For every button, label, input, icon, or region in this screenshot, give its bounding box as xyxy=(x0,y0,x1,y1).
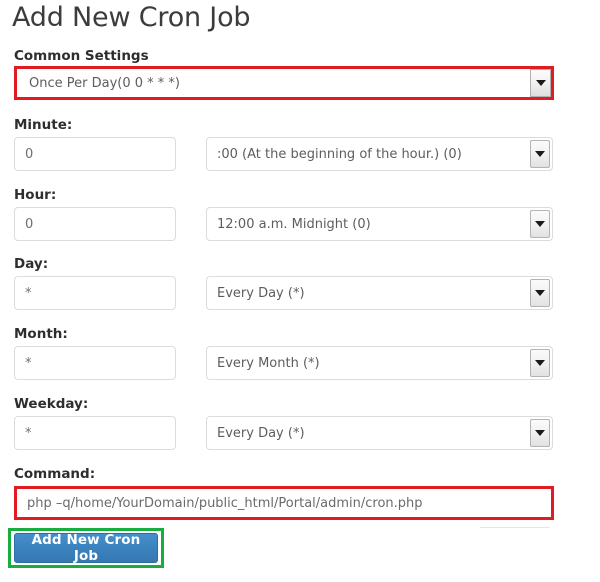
day-label: Day: xyxy=(14,256,49,272)
command-input[interactable] xyxy=(17,489,551,517)
day-input[interactable] xyxy=(14,276,176,310)
hour-label: Hour: xyxy=(14,187,57,203)
page-title: Add New Cron Job xyxy=(12,2,251,33)
weekday-select[interactable]: Every Day (*) xyxy=(206,416,553,450)
weekday-select-value: Every Day (*) xyxy=(217,426,305,441)
minute-input[interactable] xyxy=(14,137,176,171)
common-settings-select[interactable]: Once Per Day(0 0 * * *) xyxy=(17,69,551,97)
add-new-cron-job-button[interactable]: Add New Cron Job xyxy=(14,532,158,564)
month-select-value: Every Month (*) xyxy=(217,356,320,371)
month-select[interactable]: Every Month (*) xyxy=(206,346,553,380)
hour-input[interactable] xyxy=(14,207,176,241)
minute-select-value: :00 (At the beginning of the hour.) (0) xyxy=(217,147,462,162)
common-settings-selected-value: Once Per Day(0 0 * * *) xyxy=(29,76,180,91)
day-select-value: Every Day (*) xyxy=(217,286,305,301)
weekday-input[interactable] xyxy=(14,416,176,450)
add-cron-job-page: Add New Cron Job Common Settings Once Pe… xyxy=(0,0,600,582)
chevron-down-icon[interactable] xyxy=(530,419,550,447)
chevron-down-icon[interactable] xyxy=(530,210,550,238)
hour-select-value: 12:00 a.m. Midnight (0) xyxy=(217,217,371,232)
chevron-down-icon[interactable] xyxy=(530,140,550,168)
weekday-label: Weekday: xyxy=(14,396,89,412)
chevron-down-icon[interactable] xyxy=(530,349,550,377)
day-select[interactable]: Every Day (*) xyxy=(206,276,553,310)
command-label: Command: xyxy=(14,466,96,482)
divider xyxy=(480,527,550,528)
minute-select[interactable]: :00 (At the beginning of the hour.) (0) xyxy=(206,137,553,171)
hour-select[interactable]: 12:00 a.m. Midnight (0) xyxy=(206,207,553,241)
common-settings-label: Common Settings xyxy=(14,48,149,64)
month-label: Month: xyxy=(14,326,68,342)
chevron-down-icon[interactable] xyxy=(530,69,551,97)
minute-label: Minute: xyxy=(14,117,73,133)
month-input[interactable] xyxy=(14,346,176,380)
chevron-down-icon[interactable] xyxy=(530,279,550,307)
